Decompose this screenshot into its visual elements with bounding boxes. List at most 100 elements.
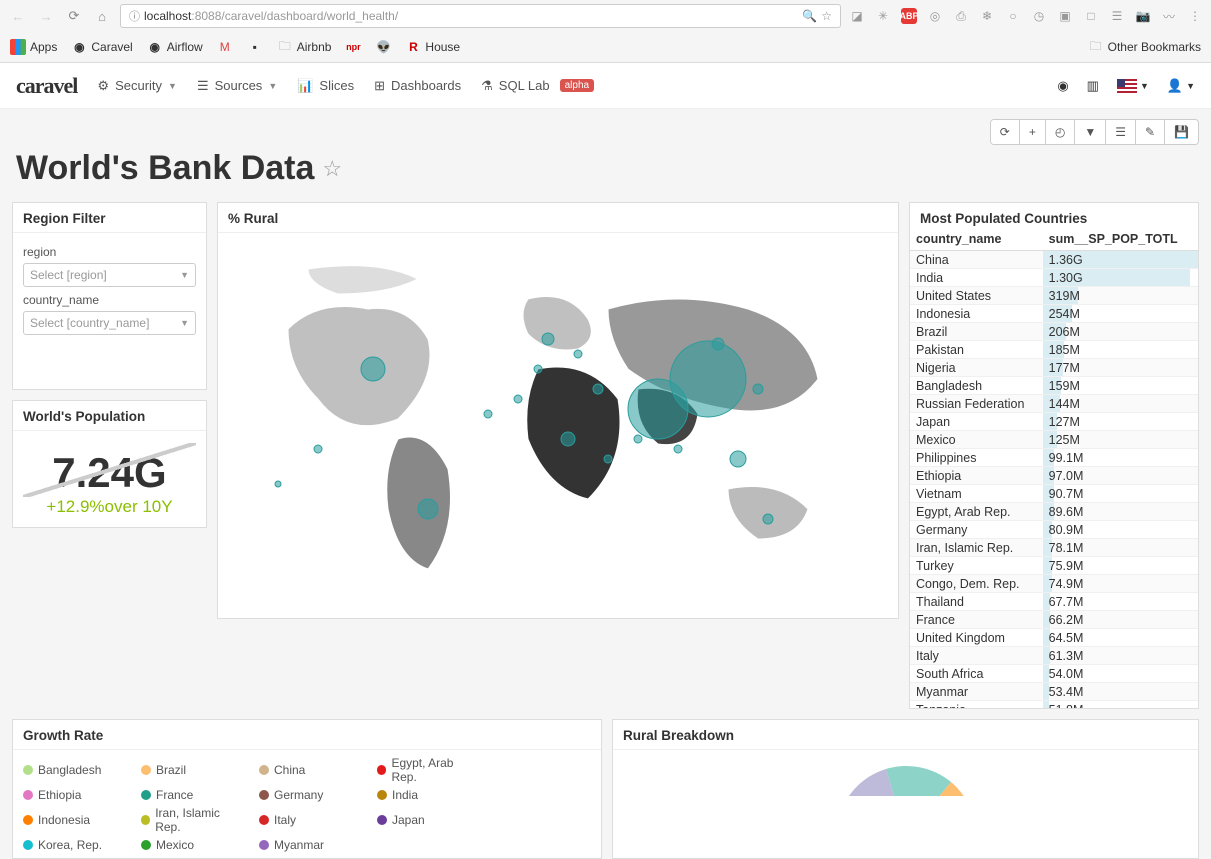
country-select[interactable]: Select [country_name]▼ [23,311,196,335]
save-button[interactable]: 💾 [1165,120,1198,144]
region-select[interactable]: Select [region]▼ [23,263,196,287]
user-menu[interactable]: 👤▼ [1167,78,1195,94]
table-row[interactable]: France66.2M [910,611,1198,629]
table-row[interactable]: Nigeria177M [910,359,1198,377]
forward-button[interactable]: → [36,6,56,26]
locale-flag[interactable]: ▼ [1117,79,1149,93]
legend-item[interactable]: Indonesia [23,806,123,834]
home-button[interactable]: ⌂ [92,6,112,26]
legend-item[interactable]: Mexico [141,838,241,852]
growth-rate-panel: Growth Rate BangladeshBrazilChinaEgypt, … [12,719,602,859]
github-link-icon[interactable]: ◉ [1057,78,1068,94]
bookmark-airbnb[interactable]: 🗀Airbnb [277,39,332,55]
table-row[interactable]: Vietnam90.7M [910,485,1198,503]
table-row[interactable]: Indonesia254M [910,305,1198,323]
legend-item[interactable]: Japan [377,806,477,834]
ext-wave-icon[interactable]: 〰 [1161,8,1177,24]
nav-security[interactable]: ⚙Security▼ [97,78,177,94]
legend-item[interactable]: Iran, Islamic Rep. [141,806,241,834]
legend-item[interactable]: France [141,788,241,802]
legend-item[interactable]: Italy [259,806,359,834]
legend-item[interactable]: Myanmar [259,838,359,852]
ext-adblock-icon[interactable]: ABP [901,8,917,24]
add-button[interactable]: + [1020,120,1046,144]
nav-sources[interactable]: ☰Sources▼ [197,78,277,94]
bookmark-star-icon[interactable]: ☆ [821,9,832,23]
bookmark-npr[interactable]: npr [345,39,361,55]
population-value: 7.24G [17,449,202,497]
back-button[interactable]: ← [8,6,28,26]
bookmark-reddit[interactable]: 👽 [375,39,391,55]
bookmark-caravel[interactable]: ◉Caravel [71,39,132,55]
ext-delicious-icon[interactable]: ◪ [849,8,865,24]
info-icon[interactable]: ⓘ [129,8,140,24]
time-button[interactable]: ◴ [1046,120,1075,144]
table-row[interactable]: Congo, Dem. Rep.74.9M [910,575,1198,593]
docs-icon[interactable]: ▥ [1087,78,1099,94]
col-country[interactable]: country_name [910,228,1043,251]
table-row[interactable]: India1.30G [910,269,1198,287]
table-row[interactable]: Egypt, Arab Rep.89.6M [910,503,1198,521]
legend-item[interactable]: Bangladesh [23,756,123,784]
css-button[interactable]: ☰ [1106,120,1136,144]
legend-item[interactable]: Egypt, Arab Rep. [377,756,477,784]
ext-trello-icon[interactable]: ▣ [1057,8,1073,24]
bookmark-gmail[interactable]: M [217,39,233,55]
url-bar[interactable]: ⓘ localhost:8088/caravel/dashboard/world… [120,4,841,28]
bookmark-apps[interactable]: Apps [10,39,57,55]
table-row[interactable]: Philippines99.1M [910,449,1198,467]
reload-button[interactable]: ⟳ [64,6,84,26]
table-row[interactable]: Turkey75.9M [910,557,1198,575]
table-row[interactable]: Myanmar53.4M [910,683,1198,701]
url-text: localhost:8088/caravel/dashboard/world_h… [144,9,802,23]
ext-globe-icon[interactable]: ◎ [927,8,943,24]
nav-slices[interactable]: 📊Slices [297,78,354,94]
filter-button[interactable]: ▼ [1075,120,1106,144]
logo[interactable]: caravel [16,73,77,99]
ext-camera-icon[interactable]: 📷 [1135,8,1151,24]
legend-item[interactable]: Ethiopia [23,788,123,802]
table-row[interactable]: Pakistan185M [910,341,1198,359]
table-row[interactable]: South Africa54.0M [910,665,1198,683]
nav-sqllab[interactable]: ⚗SQL Labalpha [481,78,594,94]
refresh-button[interactable]: ⟳ [991,120,1020,144]
zoom-icon[interactable]: 🔍 [802,9,817,23]
legend-item[interactable]: Germany [259,788,359,802]
table-row[interactable]: Russian Federation144M [910,395,1198,413]
table-row[interactable]: Tanzania51.8M [910,701,1198,709]
bookmark-house[interactable]: RHouse [405,39,460,55]
edit-button[interactable]: ✎ [1136,120,1165,144]
ext-square-icon[interactable]: □ [1083,8,1099,24]
legend-item[interactable]: India [377,788,477,802]
bookmark-airflow[interactable]: ◉Airflow [147,39,203,55]
table-row[interactable]: Japan127M [910,413,1198,431]
bookmark-other[interactable]: 🗀Other Bookmarks [1088,39,1201,55]
table-row[interactable]: United States319M [910,287,1198,305]
nav-dashboards[interactable]: ⊞Dashboards [374,78,461,94]
rural-breakdown-chart[interactable] [806,756,1006,796]
legend-item[interactable]: Korea, Rep. [23,838,123,852]
ext-bug-icon[interactable]: ✳ [875,8,891,24]
legend-item[interactable]: Brazil [141,756,241,784]
bookmark-pinned[interactable]: ▪ [247,39,263,55]
table-row[interactable]: Brazil206M [910,323,1198,341]
favorite-star-icon[interactable]: ☆ [322,156,342,182]
menu-icon[interactable]: ⋮ [1187,8,1203,24]
ext-paw-icon[interactable]: ☰ [1109,8,1125,24]
legend-item[interactable]: China [259,756,359,784]
ext-circle-icon[interactable]: ○ [1005,8,1021,24]
table-row[interactable]: Bangladesh159M [910,377,1198,395]
ext-print-icon[interactable]: ⎙ [953,8,969,24]
col-pop[interactable]: sum__SP_POP_TOTL [1043,228,1198,251]
table-row[interactable]: Mexico125M [910,431,1198,449]
table-row[interactable]: Germany80.9M [910,521,1198,539]
table-row[interactable]: China1.36G [910,251,1198,269]
table-row[interactable]: United Kingdom64.5M [910,629,1198,647]
table-row[interactable]: Thailand67.7M [910,593,1198,611]
ext-clock-icon[interactable]: ◷ [1031,8,1047,24]
world-map[interactable] [224,239,892,609]
table-row[interactable]: Italy61.3M [910,647,1198,665]
ext-snow-icon[interactable]: ❄ [979,8,995,24]
table-row[interactable]: Ethiopia97.0M [910,467,1198,485]
table-row[interactable]: Iran, Islamic Rep.78.1M [910,539,1198,557]
